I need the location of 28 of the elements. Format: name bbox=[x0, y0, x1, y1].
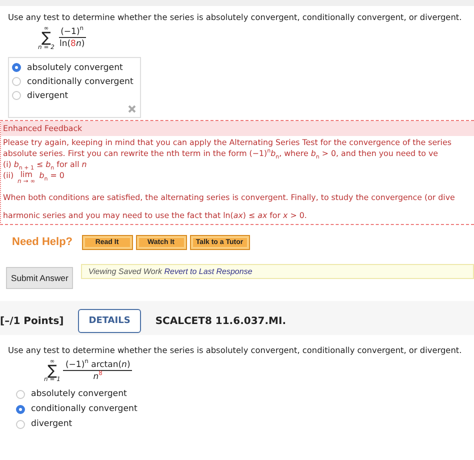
radio-option[interactable]: conditionally convergent bbox=[16, 404, 474, 414]
radio-option[interactable]: absolutely convergent bbox=[12, 62, 140, 73]
revert-link[interactable]: Revert to Last Response bbox=[164, 266, 252, 276]
radio-button[interactable] bbox=[12, 91, 21, 100]
question-text: Use any test to determine whether the series is absolutely convergent, conditionally convergent, or divergent. bbox=[7, 11, 463, 22]
close-icon[interactable] bbox=[128, 104, 136, 113]
sum-sign: ∑ bbox=[48, 364, 57, 378]
denominator: n$^{8}$ bbox=[92, 370, 104, 382]
need-help-label: Need Help? bbox=[12, 236, 73, 248]
numerator: (−1)$^{n}$ arctan(n) bbox=[63, 360, 132, 371]
radio-option[interactable]: conditionally convergent bbox=[12, 76, 140, 87]
sum-sign: ∑ bbox=[42, 32, 51, 45]
radio-button[interactable] bbox=[12, 63, 21, 72]
radio-button[interactable] bbox=[12, 77, 21, 86]
points-label: [–/1 Points] bbox=[0, 316, 64, 326]
denominator: ln(8n) bbox=[58, 38, 86, 50]
question-text: Use any test to determine whether the series is absolutely convergent, conditionally convergent, or divergent. bbox=[7, 344, 463, 354]
radio-option[interactable]: divergent bbox=[12, 90, 140, 101]
notice-text: Viewing Saved Work bbox=[88, 266, 162, 276]
question-code: SCALCET8 11.6.037.MI. bbox=[155, 316, 286, 326]
radio-button[interactable] bbox=[16, 390, 25, 399]
radio-option[interactable]: divergent bbox=[16, 419, 474, 430]
radio-button[interactable] bbox=[16, 420, 25, 429]
radio-button[interactable] bbox=[16, 404, 25, 414]
details-button[interactable]: DETAILS bbox=[78, 309, 142, 333]
numerator: (−1)$^{n}$ bbox=[58, 27, 86, 38]
radio-option[interactable]: absolutely convergent bbox=[16, 389, 474, 400]
submit-button[interactable]: Submit Answer bbox=[6, 266, 74, 288]
